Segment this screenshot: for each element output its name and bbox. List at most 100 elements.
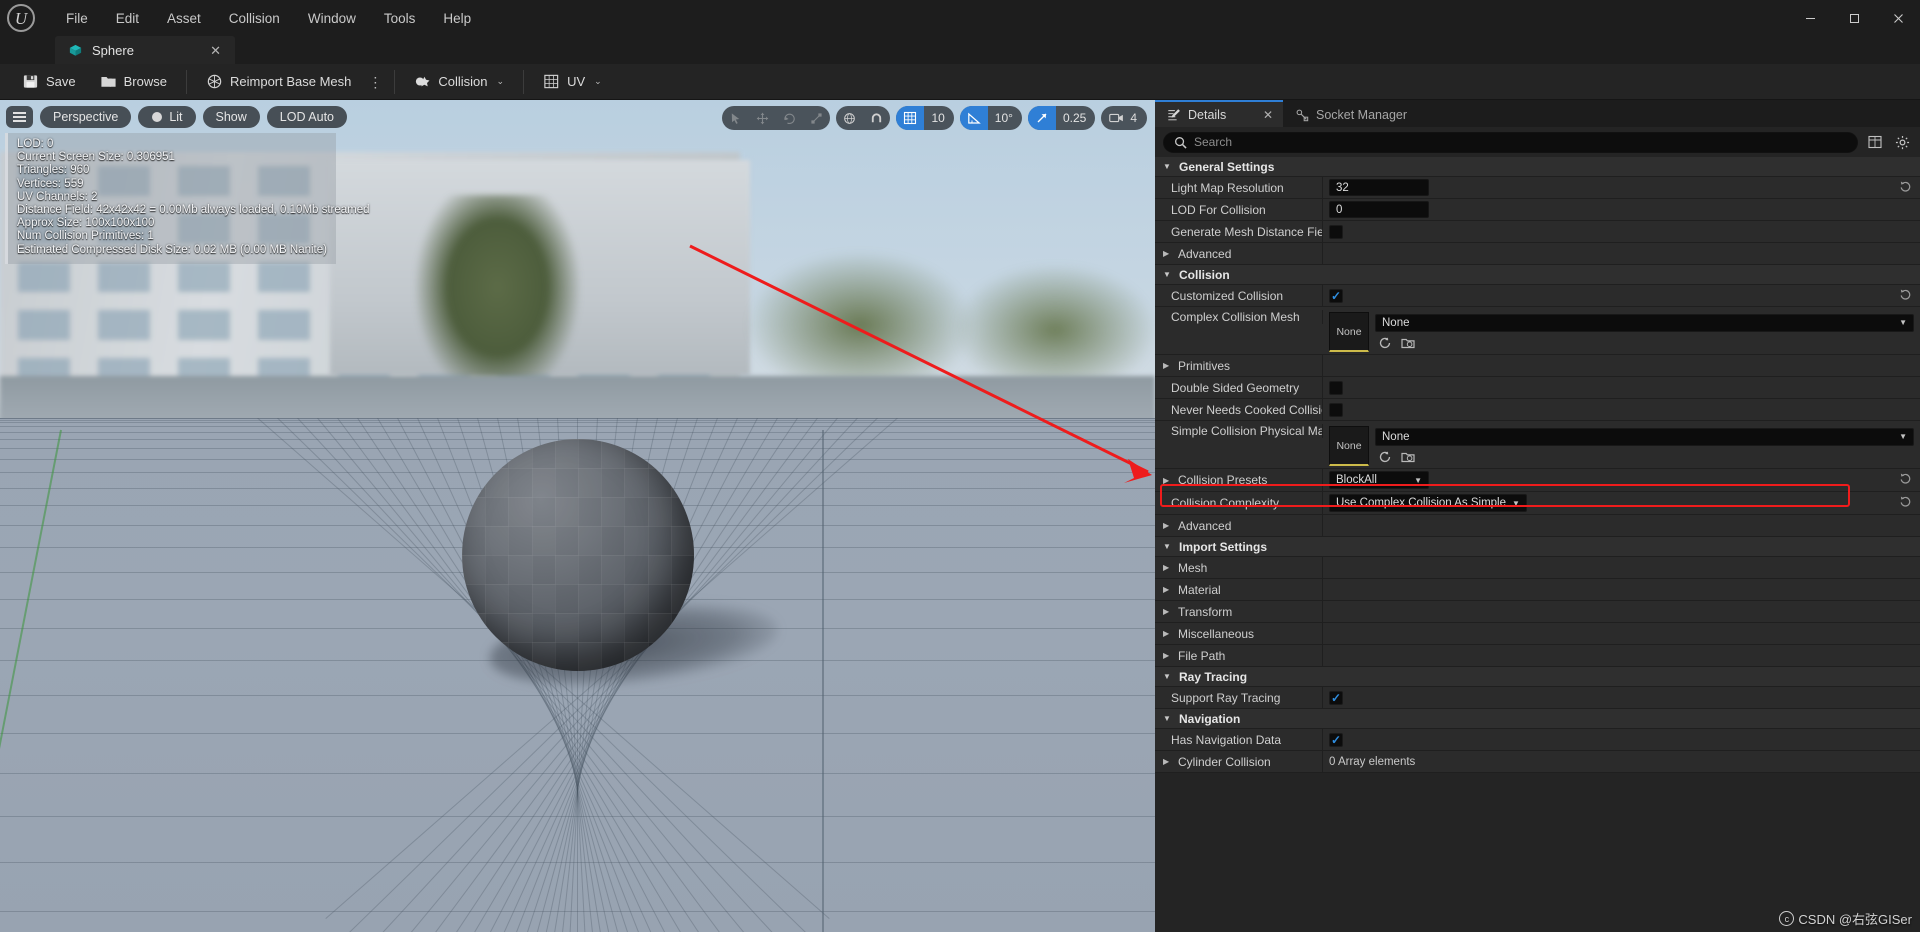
snap-surface-button[interactable] bbox=[863, 106, 890, 130]
details-row-support-ray-tracing[interactable]: Support Ray Tracing ✓ bbox=[1155, 687, 1920, 709]
details-row-collision-presets[interactable]: ▶ Collision Presets BlockAll ▼ bbox=[1155, 469, 1920, 492]
grid-snap-value[interactable]: 10 bbox=[924, 106, 953, 130]
viewport-options-button[interactable] bbox=[6, 106, 33, 128]
details-row-complex-collision-mesh[interactable]: Complex Collision Mesh None None ▼ bbox=[1155, 307, 1920, 355]
reset-to-default-button-customized-collision[interactable] bbox=[1898, 288, 1912, 304]
tab-close-icon[interactable]: ✕ bbox=[207, 44, 224, 57]
reset-to-default-button-collision-presets[interactable] bbox=[1898, 472, 1912, 488]
details-tab-close-icon[interactable]: ✕ bbox=[1253, 108, 1273, 122]
checkbox-has-navigation-data[interactable]: ✓ bbox=[1329, 732, 1343, 747]
uv-menu-button[interactable]: UV ⌄ bbox=[531, 67, 614, 97]
menu-item-file[interactable]: File bbox=[52, 6, 102, 31]
details-row-generate-mesh-distance-field[interactable]: Generate Mesh Distance Field bbox=[1155, 221, 1920, 243]
dropdown-collision-complexity[interactable]: Use Complex Collision As Simple ▼ bbox=[1329, 494, 1527, 512]
minimize-button[interactable] bbox=[1788, 0, 1832, 36]
viewport-lit-button[interactable]: Lit bbox=[138, 106, 196, 128]
details-category-navigation[interactable]: ▼ Navigation bbox=[1155, 709, 1920, 729]
angle-snap-toggle[interactable] bbox=[959, 106, 988, 130]
tab-socket-manager[interactable]: Socket Manager bbox=[1283, 100, 1424, 127]
save-button[interactable]: Save bbox=[10, 67, 88, 97]
asset-dropdown-complex-collision-mesh[interactable]: None ▼ bbox=[1375, 313, 1914, 332]
grid-snap-toggle[interactable] bbox=[896, 106, 925, 130]
details-row-file-path[interactable]: ▶ File Path bbox=[1155, 645, 1920, 667]
details-row-collision-complexity[interactable]: Collision Complexity Use Complex Collisio… bbox=[1155, 492, 1920, 515]
menu-item-edit[interactable]: Edit bbox=[102, 6, 153, 31]
search-input[interactable] bbox=[1194, 135, 1847, 149]
details-row-value-customized-collision: ✓ bbox=[1323, 285, 1920, 306]
tab-sphere[interactable]: Sphere ✕ bbox=[55, 36, 235, 64]
close-button[interactable] bbox=[1876, 0, 1920, 36]
details-row-advanced[interactable]: ▶ Advanced bbox=[1155, 515, 1920, 537]
number-input-lod-for-collision[interactable]: 0 bbox=[1329, 201, 1429, 218]
menu-item-collision[interactable]: Collision bbox=[215, 6, 294, 31]
browse-to-asset-icon[interactable] bbox=[1400, 336, 1415, 351]
rotate-tool-button[interactable] bbox=[776, 106, 803, 130]
viewport-show-button[interactable]: Show bbox=[202, 106, 260, 128]
checkbox-double-sided-geometry[interactable] bbox=[1329, 380, 1343, 395]
angle-snap-control[interactable]: 10° bbox=[959, 106, 1022, 130]
checkbox-support-ray-tracing[interactable]: ✓ bbox=[1329, 690, 1343, 705]
details-row-simple-collision-physical-material[interactable]: Simple Collision Physical MaterialNoneNo… bbox=[1155, 421, 1920, 469]
menu-item-window[interactable]: Window bbox=[294, 6, 370, 31]
details-row-customized-collision[interactable]: Customized Collision ✓ bbox=[1155, 285, 1920, 307]
details-row-double-sided-geometry[interactable]: Double Sided Geometry bbox=[1155, 377, 1920, 399]
asset-thumbnail-complex-collision-mesh[interactable]: None bbox=[1329, 312, 1369, 352]
scale-tool-button[interactable] bbox=[803, 106, 830, 130]
details-property-list[interactable]: ▼ General Settings Light Map Resolution 32 L… bbox=[1155, 157, 1920, 932]
menu-item-tools[interactable]: Tools bbox=[370, 6, 430, 31]
details-category-import-settings[interactable]: ▼ Import Settings bbox=[1155, 537, 1920, 557]
scale-snap-toggle[interactable] bbox=[1027, 106, 1056, 130]
angle-snap-value[interactable]: 10° bbox=[988, 106, 1022, 130]
details-category-general-settings[interactable]: ▼ General Settings bbox=[1155, 157, 1920, 177]
details-row-material[interactable]: ▶ Material bbox=[1155, 579, 1920, 601]
use-selected-asset-icon[interactable] bbox=[1377, 336, 1392, 351]
reset-to-default-button-collision-complexity[interactable] bbox=[1898, 495, 1912, 511]
checkbox-customized-collision[interactable]: ✓ bbox=[1329, 288, 1343, 303]
column-layout-button[interactable] bbox=[1865, 132, 1885, 152]
checkbox-never-needs-cooked-collision-d[interactable] bbox=[1329, 402, 1343, 417]
mesh-viewport[interactable]: Perspective Lit Show LOD Auto 10 10° 0.2… bbox=[0, 100, 1155, 932]
details-row-never-needs-cooked-collision-d[interactable]: Never Needs Cooked Collision D... bbox=[1155, 399, 1920, 421]
menu-item-help[interactable]: Help bbox=[429, 6, 485, 31]
reimport-more-options-button[interactable]: ⋮ bbox=[363, 75, 387, 89]
browse-button[interactable]: Browse bbox=[88, 67, 179, 97]
dropdown-value: BlockAll bbox=[1336, 474, 1377, 486]
tab-details[interactable]: Details ✕ bbox=[1155, 100, 1283, 127]
details-row-cylinder-collision[interactable]: ▶ Cylinder Collision 0 Array elements bbox=[1155, 751, 1920, 773]
main-menu: File Edit Asset Collision Window Tools H… bbox=[52, 0, 485, 36]
collision-menu-button[interactable]: Collision ⌄ bbox=[402, 67, 516, 97]
viewport-perspective-button[interactable]: Perspective bbox=[40, 106, 132, 128]
move-tool-button[interactable] bbox=[749, 106, 776, 130]
reset-to-default-button-light-map-resolution[interactable] bbox=[1898, 180, 1912, 196]
camera-speed-control[interactable]: 4 bbox=[1101, 106, 1147, 130]
details-row-miscellaneous[interactable]: ▶ Miscellaneous bbox=[1155, 623, 1920, 645]
search-box[interactable] bbox=[1163, 131, 1858, 153]
maximize-button[interactable] bbox=[1832, 0, 1876, 36]
viewport-lod-button[interactable]: LOD Auto bbox=[266, 106, 347, 128]
select-tool-button[interactable] bbox=[722, 106, 749, 130]
grid-snap-control[interactable]: 10 bbox=[896, 106, 954, 130]
number-input-light-map-resolution[interactable]: 32 bbox=[1329, 179, 1429, 196]
menu-item-asset[interactable]: Asset bbox=[153, 6, 215, 31]
browse-to-asset-icon[interactable] bbox=[1400, 450, 1415, 465]
details-row-mesh[interactable]: ▶ Mesh bbox=[1155, 557, 1920, 579]
asset-thumbnail-simple-collision-physical-material[interactable]: None bbox=[1329, 426, 1369, 466]
details-row-advanced[interactable]: ▶ Advanced bbox=[1155, 243, 1920, 265]
sphere-mesh[interactable] bbox=[462, 439, 694, 671]
settings-gear-button[interactable] bbox=[1892, 132, 1912, 152]
details-row-light-map-resolution[interactable]: Light Map Resolution 32 bbox=[1155, 177, 1920, 199]
checkbox-generate-mesh-distance-field[interactable] bbox=[1329, 224, 1343, 239]
details-row-transform[interactable]: ▶ Transform bbox=[1155, 601, 1920, 623]
reimport-base-mesh-button[interactable]: Reimport Base Mesh bbox=[194, 67, 363, 97]
dropdown-collision-presets[interactable]: BlockAll ▼ bbox=[1329, 471, 1429, 489]
details-category-ray-tracing[interactable]: ▼ Ray Tracing bbox=[1155, 667, 1920, 687]
asset-dropdown-simple-collision-physical-material[interactable]: None ▼ bbox=[1375, 427, 1914, 446]
scale-snap-control[interactable]: 0.25 bbox=[1027, 106, 1096, 130]
use-selected-asset-icon[interactable] bbox=[1377, 450, 1392, 465]
details-row-lod-for-collision[interactable]: LOD For Collision 0 bbox=[1155, 199, 1920, 221]
details-row-primitives[interactable]: ▶ Primitives bbox=[1155, 355, 1920, 377]
details-category-collision[interactable]: ▼ Collision bbox=[1155, 265, 1920, 285]
details-row-has-navigation-data[interactable]: Has Navigation Data ✓ bbox=[1155, 729, 1920, 751]
world-space-button[interactable] bbox=[836, 106, 863, 130]
scale-snap-value[interactable]: 0.25 bbox=[1056, 106, 1095, 130]
